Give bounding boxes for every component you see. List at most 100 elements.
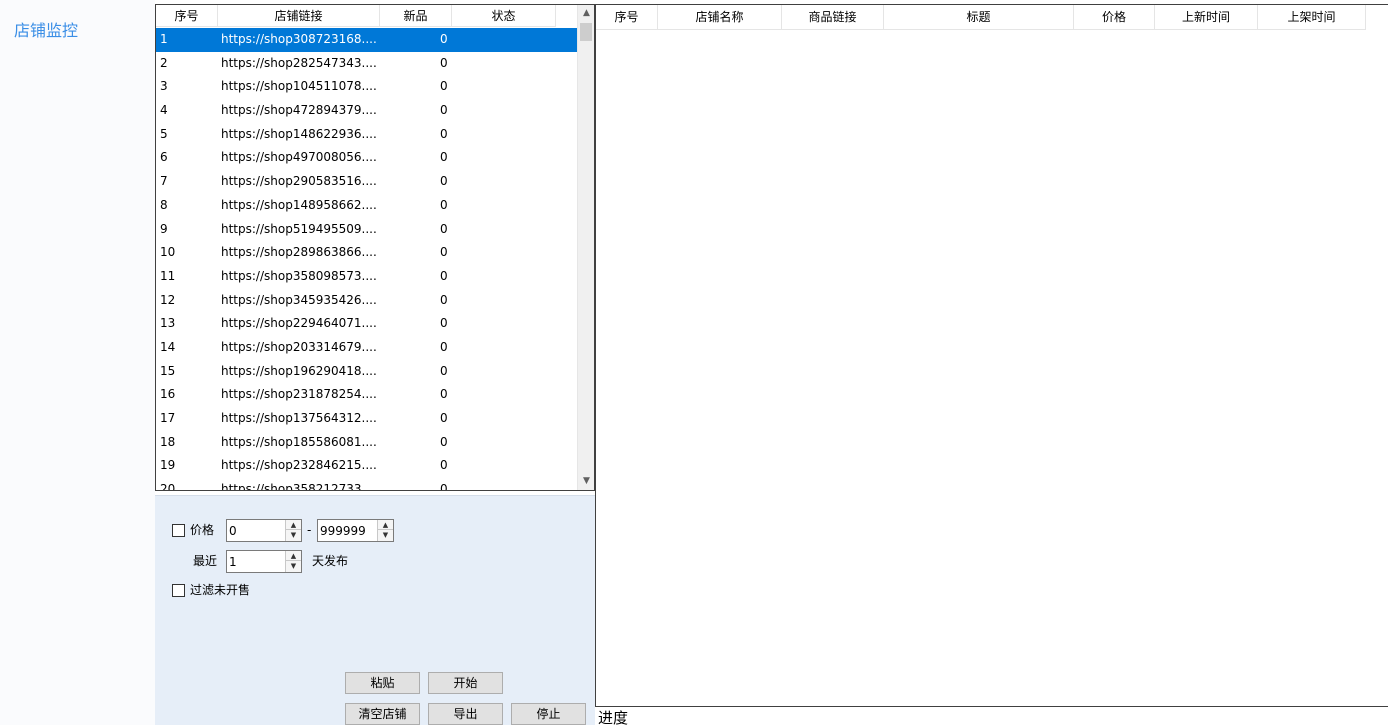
row-index: 1 bbox=[160, 32, 168, 46]
column-header-index[interactable]: 序号 bbox=[596, 5, 658, 30]
price-min-input[interactable] bbox=[227, 520, 285, 541]
table-row[interactable]: 9 https://shop519495509.... 0 bbox=[156, 218, 577, 242]
row-shop-url: https://shop358212733.... bbox=[221, 482, 377, 490]
row-shop-url: https://shop148958662.... bbox=[221, 197, 377, 212]
table-row[interactable]: 13 https://shop229464071.... 0 bbox=[156, 312, 577, 336]
recent-suffix: 天发布 bbox=[312, 554, 349, 568]
row-new-count: 0 bbox=[440, 458, 448, 473]
spin-up-icon[interactable]: ▲ bbox=[378, 520, 393, 530]
price-filter-checkbox[interactable] bbox=[172, 524, 185, 537]
column-header-title[interactable]: 标题 bbox=[884, 5, 1074, 30]
row-new-count: 0 bbox=[440, 55, 448, 70]
table-row[interactable]: 16 https://shop231878254.... 0 bbox=[156, 383, 577, 407]
table-row[interactable]: 3 https://shop104511078.... 0 bbox=[156, 75, 577, 99]
row-new-count: 0 bbox=[440, 482, 448, 490]
row-new-count: 0 bbox=[440, 32, 448, 46]
table-row[interactable]: 1 https://shop308723168.... 0 bbox=[156, 28, 577, 52]
row-new-count: 0 bbox=[440, 126, 448, 141]
paste-button[interactable]: 粘贴 bbox=[345, 672, 420, 694]
table-row[interactable]: 19 https://shop232846215.... 0 bbox=[156, 454, 577, 478]
spin-up-icon[interactable]: ▲ bbox=[286, 551, 301, 561]
column-header-list-time[interactable]: 上架时间 bbox=[1258, 5, 1366, 30]
start-button[interactable]: 开始 bbox=[428, 672, 503, 694]
table-row[interactable]: 7 https://shop290583516.... 0 bbox=[156, 170, 577, 194]
table-row[interactable]: 18 https://shop185586081.... 0 bbox=[156, 431, 577, 455]
table-row[interactable]: 20 https://shop358212733.... 0 bbox=[156, 478, 577, 490]
table-row[interactable]: 5 https://shop148622936.... 0 bbox=[156, 123, 577, 147]
table-row[interactable]: 8 https://shop148958662.... 0 bbox=[156, 194, 577, 218]
row-index: 19 bbox=[160, 458, 176, 473]
row-index: 9 bbox=[160, 221, 168, 236]
table-row[interactable]: 14 https://shop203314679.... 0 bbox=[156, 336, 577, 360]
table-row[interactable]: 12 https://shop345935426.... 0 bbox=[156, 289, 577, 313]
table-row[interactable]: 17 https://shop137564312.... 0 bbox=[156, 407, 577, 431]
row-shop-url: https://shop231878254.... bbox=[221, 387, 377, 402]
stop-button[interactable]: 停止 bbox=[511, 703, 586, 725]
shop-list-scrollbar[interactable]: ▲ ▼ bbox=[577, 5, 594, 490]
table-row[interactable]: 10 https://shop289863866.... 0 bbox=[156, 241, 577, 265]
row-shop-url: https://shop497008056.... bbox=[221, 150, 377, 165]
row-new-count: 0 bbox=[440, 268, 448, 283]
row-shop-url: https://shop229464071.... bbox=[221, 316, 377, 331]
table-row[interactable]: 4 https://shop472894379.... 0 bbox=[156, 99, 577, 123]
column-header-new-time[interactable]: 上新时间 bbox=[1155, 5, 1258, 30]
scroll-up-icon[interactable]: ▲ bbox=[578, 5, 594, 22]
row-index: 17 bbox=[160, 411, 176, 425]
row-new-count: 0 bbox=[440, 292, 448, 307]
row-shop-url: https://shop358098573.... bbox=[221, 268, 377, 283]
row-shop-url: https://shop308723168.... bbox=[221, 32, 377, 46]
table-row[interactable]: 6 https://shop497008056.... 0 bbox=[156, 146, 577, 170]
table-row[interactable]: 2 https://shop282547343.... 0 bbox=[156, 52, 577, 76]
row-shop-url: https://shop290583516.... bbox=[221, 174, 377, 189]
recent-days-input[interactable] bbox=[227, 551, 285, 572]
row-new-count: 0 bbox=[440, 339, 448, 354]
spin-down-icon[interactable]: ▼ bbox=[286, 561, 301, 571]
row-index: 12 bbox=[160, 292, 176, 307]
spin-up-icon[interactable]: ▲ bbox=[286, 520, 301, 530]
shop-list-body: 1 https://shop308723168.... 0 2 https://shop… bbox=[156, 28, 577, 490]
table-row[interactable]: 11 https://shop358098573.... 0 bbox=[156, 265, 577, 289]
row-new-count: 0 bbox=[440, 103, 448, 118]
row-index: 14 bbox=[160, 339, 176, 354]
spin-down-icon[interactable]: ▼ bbox=[286, 530, 301, 540]
row-index: 7 bbox=[160, 174, 168, 189]
row-shop-url: https://shop203314679.... bbox=[221, 339, 377, 354]
column-header-index[interactable]: 序号 bbox=[156, 5, 218, 27]
row-new-count: 0 bbox=[440, 79, 448, 94]
price-separator: - bbox=[307, 523, 312, 537]
price-max-spinner: ▲ ▼ bbox=[317, 519, 394, 542]
row-new-count: 0 bbox=[440, 221, 448, 236]
results-header: 序号 店铺名称 商品链接 标题 价格 上新时间 上架时间 bbox=[596, 5, 1366, 30]
column-header-status[interactable]: 状态 bbox=[452, 5, 556, 27]
nav-item-shop-monitor[interactable]: 店铺监控 bbox=[14, 17, 78, 41]
export-button[interactable]: 导出 bbox=[428, 703, 503, 725]
scroll-thumb[interactable] bbox=[580, 23, 592, 41]
left-nav: 店铺监控 bbox=[0, 0, 155, 725]
column-header-product-url[interactable]: 商品链接 bbox=[782, 5, 884, 30]
row-new-count: 0 bbox=[440, 411, 448, 425]
row-index: 15 bbox=[160, 363, 176, 378]
row-shop-url: https://shop196290418.... bbox=[221, 363, 377, 378]
price-max-input[interactable] bbox=[318, 520, 377, 541]
recent-label: 最近 bbox=[193, 554, 218, 568]
table-row[interactable]: 15 https://shop196290418.... 0 bbox=[156, 360, 577, 384]
clear-shops-button[interactable]: 清空店铺 bbox=[345, 703, 420, 725]
row-new-count: 0 bbox=[440, 363, 448, 378]
column-header-shop-url[interactable]: 店铺链接 bbox=[218, 5, 380, 27]
spin-down-icon[interactable]: ▼ bbox=[378, 530, 393, 540]
scroll-down-icon[interactable]: ▼ bbox=[578, 473, 594, 490]
column-header-shop-name[interactable]: 店铺名称 bbox=[658, 5, 782, 30]
row-index: 5 bbox=[160, 126, 168, 141]
row-shop-url: https://shop104511078.... bbox=[221, 79, 377, 94]
row-index: 10 bbox=[160, 245, 176, 260]
column-header-new[interactable]: 新品 bbox=[380, 5, 452, 27]
row-shop-url: https://shop282547343.... bbox=[221, 55, 377, 70]
row-index: 2 bbox=[160, 55, 168, 70]
row-index: 8 bbox=[160, 197, 168, 212]
row-new-count: 0 bbox=[440, 387, 448, 402]
row-new-count: 0 bbox=[440, 316, 448, 331]
filter-unsold-checkbox[interactable] bbox=[172, 584, 185, 597]
shop-list: 序号 店铺链接 新品 状态 1 https://shop308723168....… bbox=[155, 4, 595, 491]
column-header-price[interactable]: 价格 bbox=[1074, 5, 1155, 30]
row-new-count: 0 bbox=[440, 434, 448, 449]
